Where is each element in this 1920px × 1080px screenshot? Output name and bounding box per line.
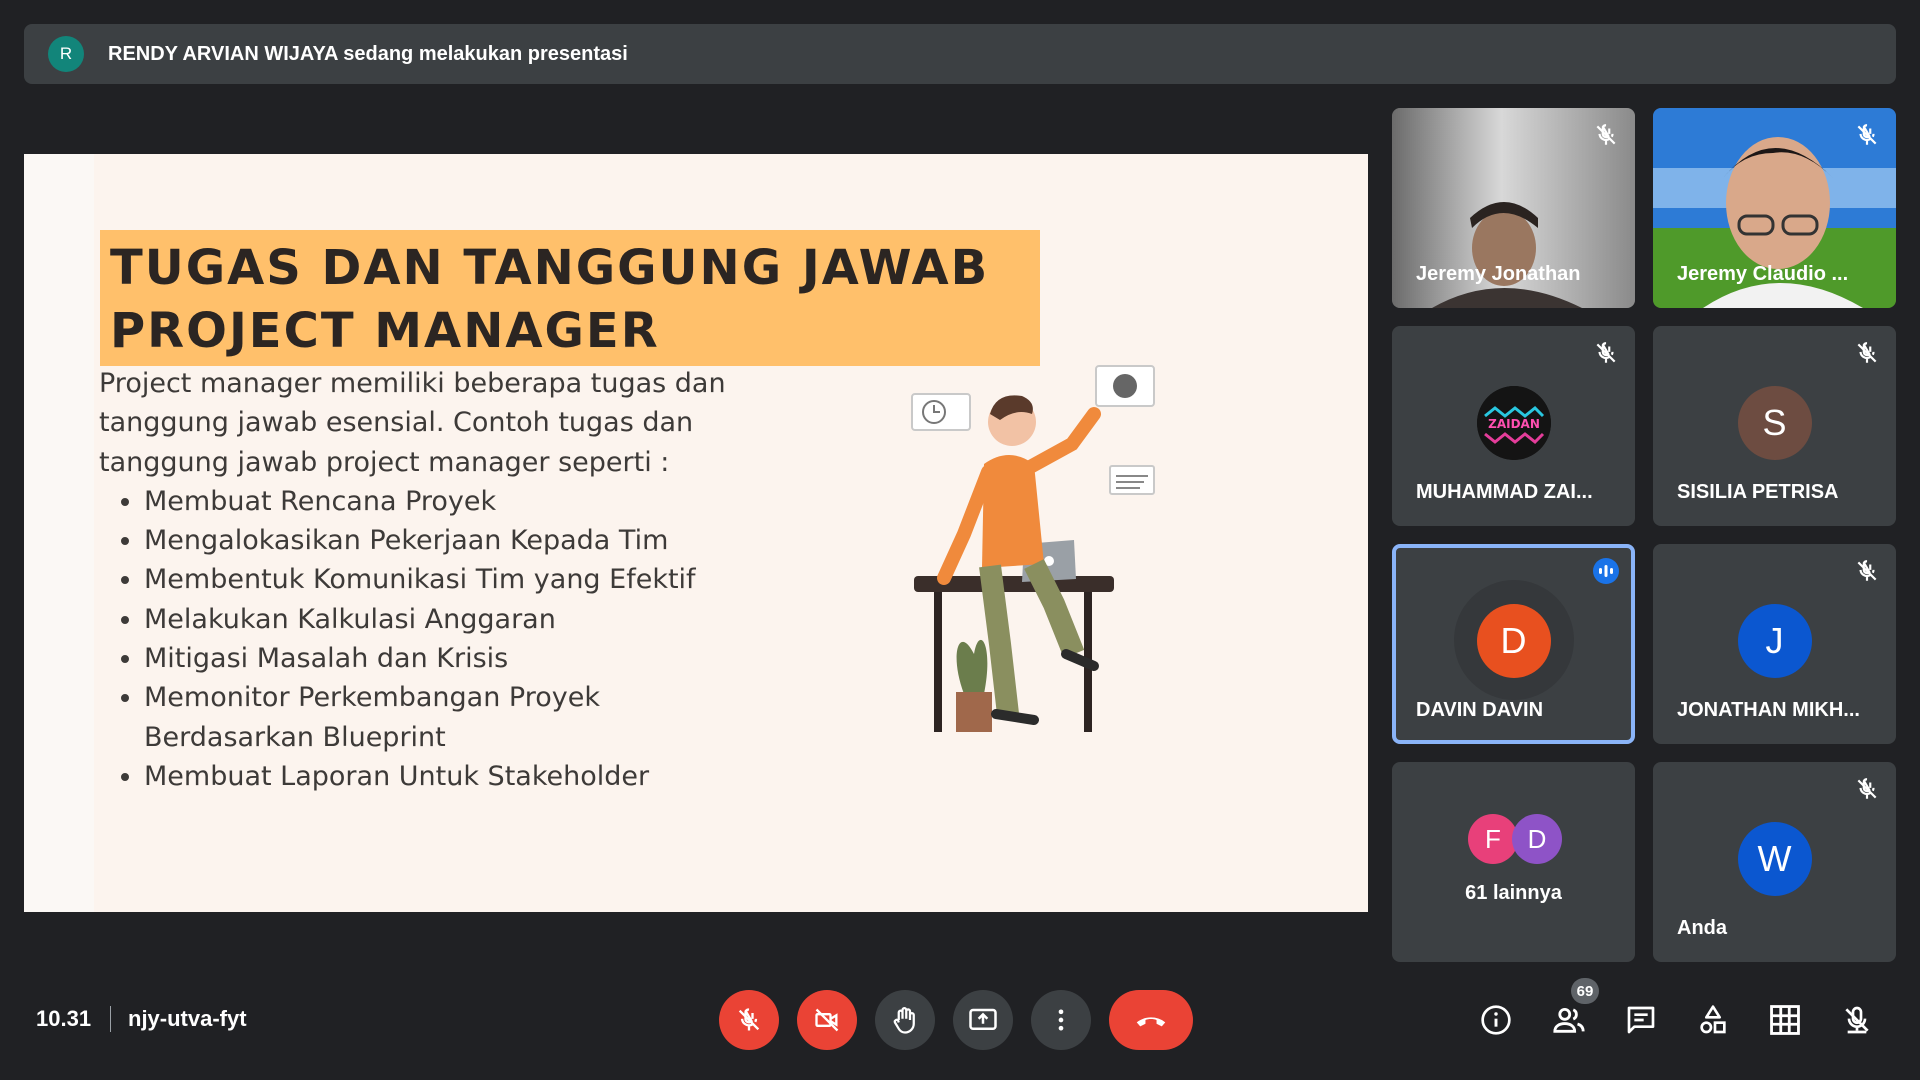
info-icon [1481,1005,1511,1035]
participant-tile[interactable]: Jeremy Claudio ... [1653,108,1896,308]
mic-off-icon [1857,124,1877,145]
participant-tile-active-speaker[interactable]: D DAVIN DAVIN [1392,544,1635,744]
participant-avatar: D [1476,604,1551,678]
participant-tile[interactable]: Jeremy Jonathan [1392,108,1635,308]
presenter-banner: R RENDY ARVIAN WIJAYA sedang melakukan p… [24,24,1896,84]
participant-name: DAVIN DAVIN [1416,699,1544,721]
activities-icon [1700,1005,1726,1034]
slide-intro-line: tanggung jawab project manager seperti : [99,446,670,478]
mic-off-icon [1857,560,1877,581]
zaidan-logo-text: ZAIDAN [1488,417,1540,431]
mic-off-icon [1596,342,1616,363]
people-icon [1553,1007,1585,1033]
presenter-banner-text: RENDY ARVIAN WIJAYA sedang melakukan pre… [108,42,628,65]
mic-off-icon [738,1008,760,1031]
meeting-code: njy-utva-fyt [128,1006,247,1031]
slide-bullet: Membuat Laporan Untuk Stakeholder [144,757,729,796]
participant-avatar: D [1512,814,1562,864]
end-call-icon [1136,1017,1166,1027]
slide-margin [24,154,94,912]
participant-name: SISILIA PETRISA [1677,481,1839,503]
participant-name: Anda [1677,917,1727,939]
slide-intro-line: tanggung jawab esensial. Contoh tugas da… [99,407,694,439]
camera-toggle-button[interactable] [797,990,857,1050]
slide-intro-line: Project manager memiliki beberapa tugas … [99,368,726,399]
slide-bullet: Membentuk Komunikasi Tim yang Efektif [144,560,729,599]
hand-icon [893,1007,915,1034]
participant-name: Jeremy Claudio ... [1677,263,1849,285]
slide-title-line: TUGAS DAN TANGGUNG JAWAB [110,240,990,296]
participant-logo-avatar: ZAIDAN [1476,386,1551,460]
participant-tile[interactable]: S SISILIA PETRISA [1653,326,1896,526]
layout-button[interactable] [1765,1000,1805,1040]
other-participants-tile[interactable]: F D 61 lainnya [1392,762,1635,962]
slide-title-line: PROJECT MANAGER [110,303,660,359]
mic-off-icon [1857,778,1877,799]
more-options-button[interactable] [1031,990,1091,1050]
other-participants-avatars: F D [1468,814,1564,866]
slide-bullet-list: Membuat Rencana Proyek Mengalokasikan Pe… [99,482,729,796]
leave-call-button[interactable] [1109,990,1193,1050]
slide-bullet: Mitigasi Masalah dan Krisis [144,639,729,678]
participant-name: MUHAMMAD ZAI... [1416,481,1593,503]
microphone-toggle-button[interactable] [719,990,779,1050]
presentation-stage: TUGAS DAN TANGGUNG JAWAB PROJECT MANAGER… [24,154,1368,912]
mic-off-icon [1857,342,1877,363]
camera-off-icon [815,1008,839,1032]
participant-avatar: W [1737,822,1812,896]
speaking-indicator-icon [1593,558,1619,584]
project-manager-illustration [911,365,1155,732]
mic-off-icon [1596,124,1616,145]
slide-title: TUGAS DAN TANGGUNG JAWAB PROJECT MANAGER [100,230,1040,366]
participant-name: JONATHAN MIKH... [1677,699,1860,721]
divider [110,1006,111,1032]
participant-tile[interactable]: ZAIDAN MUHAMMAD ZAI... [1392,326,1635,526]
participant-avatar: F [1468,814,1518,864]
participant-tile[interactable]: J JONATHAN MIKH... [1653,544,1896,744]
other-participants-label: 61 lainnya [1465,882,1562,904]
participant-count-badge: 69 [1571,978,1599,1004]
activities-button[interactable] [1693,1000,1733,1040]
more-vert-icon [1058,1009,1064,1031]
raise-hand-button[interactable] [875,990,935,1050]
meeting-time: 10.31 [36,1006,92,1031]
participant-name: Jeremy Jonathan [1416,263,1581,285]
people-button[interactable] [1549,1000,1589,1040]
participant-avatar: J [1737,604,1812,678]
grid-icon [1770,1005,1800,1035]
slide-bullet: Memonitor Perkembangan Proyek Berdasarka… [144,678,624,757]
slide-bullet: Melakukan Kalkulasi Anggaran [144,600,729,639]
self-tile[interactable]: W Anda [1653,762,1896,962]
slide-bullet: Membuat Rencana Proyek [144,482,729,521]
meeting-details-button[interactable] [1476,1000,1516,1040]
chat-button[interactable] [1621,1000,1661,1040]
presenter-avatar: R [48,36,84,72]
participant-avatar: S [1737,386,1812,460]
slide-bullet: Mengalokasikan Pekerjaan Kepada Tim [144,521,729,560]
host-controls-icon [1845,1006,1869,1034]
chat-icon [1627,1006,1655,1034]
present-screen-icon [969,1008,997,1030]
present-screen-button[interactable] [953,990,1013,1050]
slide-body: Project manager memiliki beberapa tugas … [99,364,729,796]
host-controls-button[interactable] [1837,1000,1877,1040]
